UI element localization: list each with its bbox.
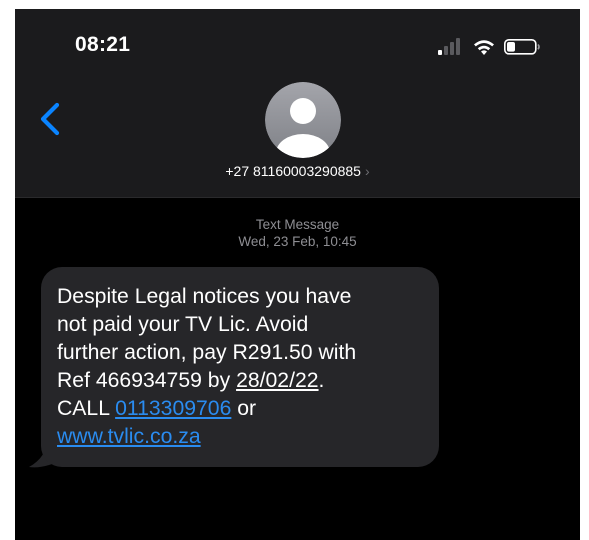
message-type-label: Text Message xyxy=(255,217,340,232)
phone-number-link[interactable]: 0113309706 xyxy=(115,397,231,420)
cellular-signal-icon xyxy=(438,38,460,55)
date-detector-link[interactable]: 28/02/22 xyxy=(236,369,318,392)
message-bubble[interactable]: Despite Legal notices you have not paid … xyxy=(41,267,439,467)
status-icons xyxy=(438,38,540,55)
message-line: Ref 466934759 by 28/02/22. xyxy=(57,367,429,395)
message-timestamp: Wed, 23 Feb, 10:45 xyxy=(238,234,357,249)
message-line: CALL 0113309706 or xyxy=(57,395,429,423)
contact-number-text: +27 81160003290885 xyxy=(225,163,361,179)
message-meta: Text Message Wed, 23 Feb, 10:45 xyxy=(15,216,580,250)
message-line: further action, pay R291.50 with xyxy=(57,341,357,364)
message-line: www.tvlic.co.za xyxy=(57,423,429,451)
message-line: Despite Legal notices you have xyxy=(57,285,352,308)
conversation-header: 08:21 +27 81160003290885 › xyxy=(15,9,580,198)
wifi-icon xyxy=(474,40,494,55)
message-text: CALL xyxy=(57,397,116,420)
phone-screen: 08:21 +27 81160003290885 › Text Message … xyxy=(15,9,580,540)
battery-icon xyxy=(504,39,540,55)
status-time: 08:21 xyxy=(75,33,131,56)
back-chevron-icon[interactable] xyxy=(37,99,63,139)
contact-avatar[interactable] xyxy=(265,82,341,158)
message-text: or xyxy=(231,397,257,420)
url-link[interactable]: www.tvlic.co.za xyxy=(57,425,201,448)
message-line: not paid your TV Lic. Avoid xyxy=(57,313,309,336)
message-text: Ref 466934759 by xyxy=(57,369,237,392)
message-text: . xyxy=(318,369,325,392)
chevron-right-icon: › xyxy=(364,163,370,179)
contact-number[interactable]: +27 81160003290885 › xyxy=(15,163,580,179)
